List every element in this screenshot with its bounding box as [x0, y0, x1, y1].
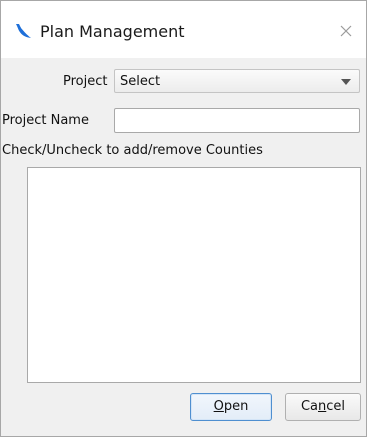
chevron-down-icon: [341, 79, 351, 85]
cancel-button-label-start: Ca: [300, 399, 319, 414]
title-bar[interactable]: Plan Management: [1, 1, 366, 58]
project-name-input[interactable]: [114, 108, 360, 133]
project-select[interactable]: Select: [114, 69, 360, 93]
project-name-label: Project Name: [2, 113, 89, 128]
project-select-value: Select: [120, 74, 161, 89]
window-title: Plan Management: [40, 22, 185, 41]
counties-instruction: Check/Uncheck to add/remove Counties: [2, 143, 263, 158]
close-icon[interactable]: [338, 23, 354, 39]
open-button[interactable]: Open: [190, 393, 272, 421]
county-checklist[interactable]: [27, 167, 361, 383]
project-label: Project: [63, 74, 108, 89]
cancel-button-label-end: cel: [326, 399, 346, 414]
app-logo-icon: [16, 24, 31, 38]
open-button-label: pen: [223, 399, 249, 414]
cancel-button[interactable]: Cancel: [285, 393, 361, 421]
plan-management-dialog: Plan Management Project Select Project N…: [0, 0, 367, 437]
open-button-mnemonic: O: [213, 399, 224, 414]
